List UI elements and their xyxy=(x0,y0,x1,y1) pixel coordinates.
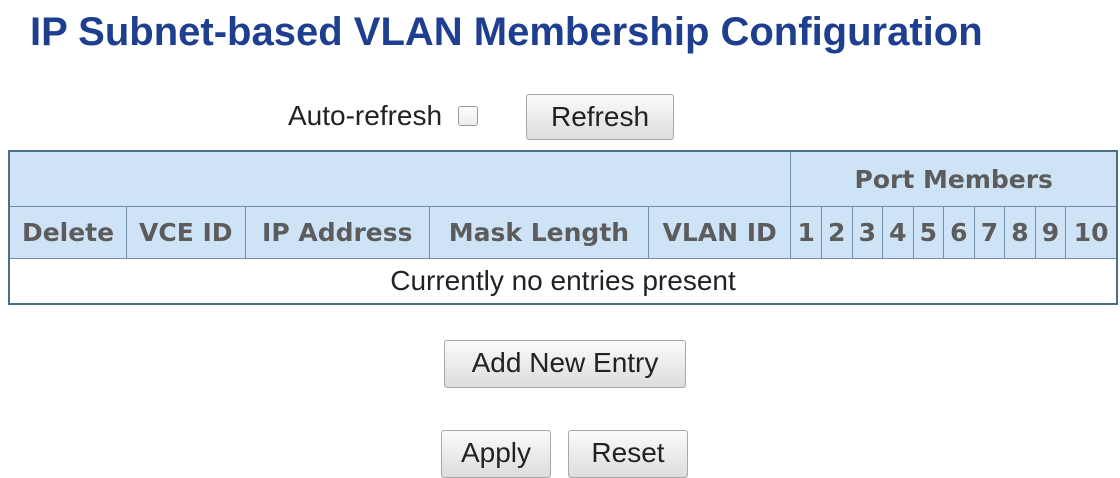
port-1-column-header: 1 xyxy=(790,206,822,259)
vce-id-column-header: VCE ID xyxy=(126,206,246,259)
vlan-id-column-header: VLAN ID xyxy=(647,206,792,259)
mask-length-column-header: Mask Length xyxy=(429,206,649,259)
port-10-column-header: 10 xyxy=(1065,206,1118,259)
add-new-entry-button[interactable]: Add New Entry xyxy=(444,340,686,388)
blank-group-header xyxy=(8,150,792,207)
reset-button[interactable]: Reset xyxy=(568,430,688,478)
port-4-column-header: 4 xyxy=(882,206,914,259)
port-8-column-header: 8 xyxy=(1004,206,1036,259)
refresh-button[interactable]: Refresh xyxy=(526,94,674,140)
vce-table: Port Members Delete VCE ID IP Address Ma… xyxy=(8,150,1118,305)
apply-button[interactable]: Apply xyxy=(441,430,551,478)
auto-refresh-control: Auto-refresh xyxy=(288,92,479,140)
port-7-column-header: 7 xyxy=(973,206,1006,259)
port-3-column-header: 3 xyxy=(851,206,884,259)
port-2-column-header: 2 xyxy=(820,206,853,259)
auto-refresh-checkbox[interactable] xyxy=(458,106,479,126)
port-5-column-header: 5 xyxy=(912,206,945,259)
empty-message: Currently no entries present xyxy=(8,258,1118,305)
page-title: IP Subnet-based VLAN Membership Configur… xyxy=(30,10,983,54)
column-header-row: Delete VCE ID IP Address Mask Length VLA… xyxy=(8,206,1118,259)
empty-row: Currently no entries present xyxy=(8,258,1118,305)
port-6-column-header: 6 xyxy=(943,206,975,259)
group-header-row: Port Members xyxy=(8,150,1118,207)
auto-refresh-label: Auto-refresh xyxy=(288,100,443,131)
port-9-column-header: 9 xyxy=(1034,206,1067,259)
delete-column-header: Delete xyxy=(8,206,128,259)
ip-address-column-header: IP Address xyxy=(244,206,431,259)
port-members-header: Port Members xyxy=(790,150,1118,207)
